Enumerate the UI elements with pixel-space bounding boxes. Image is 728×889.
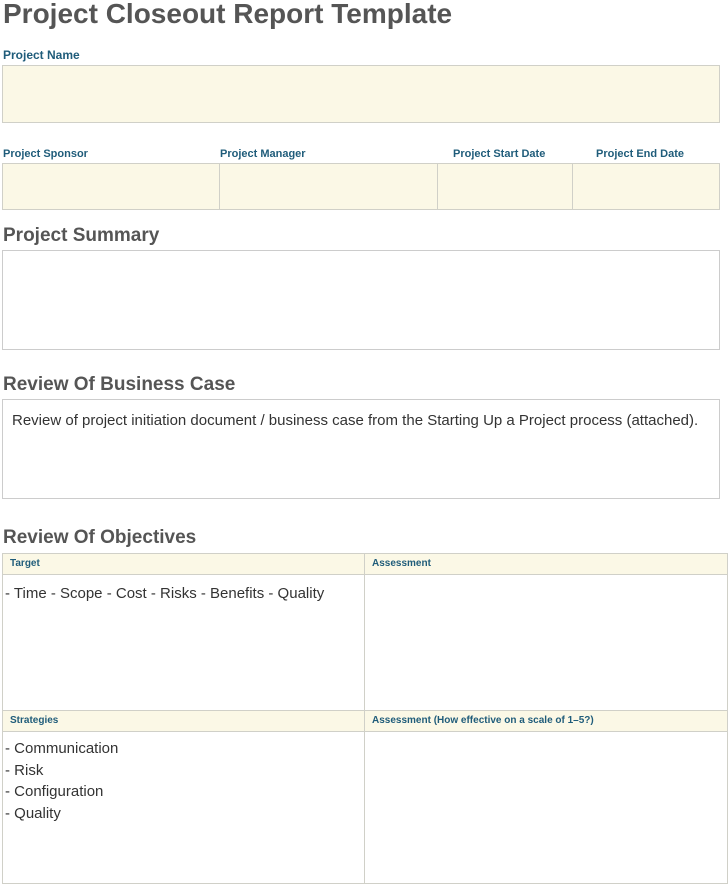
project-manager-label: Project Manager [220,148,306,160]
strategies-list: - Communication - Risk - Configuration -… [3,732,364,824]
objectives-table: Target Assessment - Time - Scope - Cost … [2,553,728,884]
project-end-date-field[interactable] [572,163,720,210]
project-name-label: Project Name [3,48,80,62]
target-header: Target [2,553,365,575]
assessment-cell[interactable] [364,574,728,711]
list-item: - Risk [5,761,44,779]
list-item: - Communication [5,740,119,757]
strategies-header: Strategies [2,710,365,732]
target-cell[interactable]: - Time - Scope - Cost - Risks - Benefits… [2,574,365,711]
project-name-field[interactable] [2,65,720,123]
project-manager-field[interactable] [219,163,438,210]
assessment-header: Assessment [364,553,728,575]
list-item: - Quality [5,804,61,822]
strategies-assessment-cell[interactable] [364,731,728,884]
project-sponsor-field[interactable] [2,163,220,210]
objectives-heading: Review Of Objectives [3,527,197,548]
project-summary-heading: Project Summary [3,225,160,246]
project-summary-box[interactable] [2,250,720,350]
business-case-text: Review of project initiation document / … [12,412,699,429]
project-end-date-label: Project End Date [596,148,685,160]
strategies-assessment-header: Assessment (How effective on a scale of … [364,710,728,732]
business-case-heading: Review Of Business Case [3,374,236,395]
project-sponsor-label: Project Sponsor [3,148,88,160]
list-item: - Configuration [5,783,104,800]
business-case-box[interactable]: Review of project initiation document / … [2,399,720,499]
target-text: - Time - Scope - Cost - Risks - Benefits… [5,585,325,602]
strategies-cell[interactable]: - Communication - Risk - Configuration -… [2,731,365,884]
project-start-date-label: Project Start Date [453,148,546,160]
project-start-date-field[interactable] [437,163,573,210]
page-title: Project Closeout Report Template [3,0,453,29]
